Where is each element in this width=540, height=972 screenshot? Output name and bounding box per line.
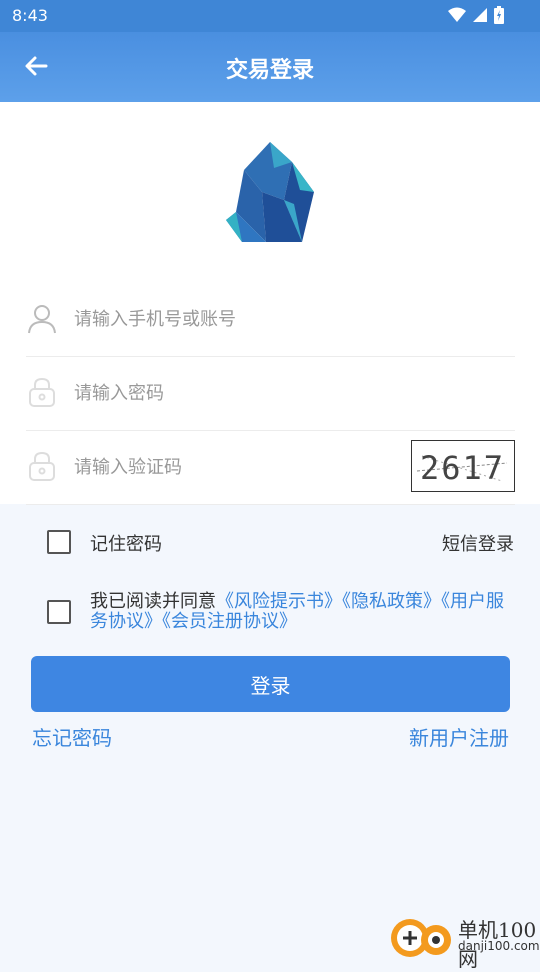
captcha-text: 2617 [420, 449, 505, 487]
remember-label: 记住密码 [90, 534, 162, 555]
register-link[interactable]: 新用户注册 [409, 722, 509, 751]
remember-checkbox[interactable] [47, 530, 71, 554]
login-form: 2617 [0, 282, 540, 505]
agreement-prefix: 我已阅读并同意 [90, 591, 216, 612]
status-time: 8:43 [12, 6, 48, 25]
lock-icon [29, 451, 55, 481]
account-input[interactable] [72, 302, 396, 336]
watermark-logo-icon [391, 919, 451, 957]
watermark-url: danji100.com [458, 939, 540, 953]
signal-icon [473, 8, 487, 22]
wifi-icon [448, 7, 466, 22]
password-field [26, 356, 515, 431]
captcha-field: 2617 [26, 430, 515, 505]
status-icons [448, 6, 504, 24]
login-button[interactable]: 登录 [31, 656, 510, 712]
account-field [26, 282, 515, 357]
crystal-logo-icon [226, 142, 314, 242]
risk-notice-link[interactable]: 《风险提示书》 [216, 591, 342, 612]
page-title: 交易登录 [225, 58, 314, 83]
login-button-label: 登录 [250, 673, 291, 698]
remember-row: 记住密码 短信登录 [0, 528, 540, 558]
watermark: 单机100网 danji100.com [388, 912, 540, 971]
privacy-policy-link[interactable]: 《隐私政策》 [342, 591, 441, 612]
member-registration-agreement-link[interactable]: 《会员注册协议》 [162, 611, 297, 632]
captcha-image[interactable]: 2617 [411, 440, 515, 492]
user-icon [28, 305, 56, 334]
password-input[interactable] [72, 376, 396, 410]
captcha-input[interactable] [72, 450, 396, 484]
forgot-password-link[interactable]: 忘记密码 [32, 722, 112, 751]
agreement-row: 我已阅读并同意《风险提示书》《隐私政策》《用户服务协议》《会员注册协议》 [0, 592, 540, 636]
header-bar: 交易登录 [0, 32, 540, 102]
agree-checkbox[interactable] [47, 600, 71, 624]
agreement-text: 我已阅读并同意《风险提示书》《隐私政策》《用户服务协议》《会员注册协议》 [90, 592, 510, 632]
battery-icon [494, 6, 504, 24]
status-bar: 8:43 [0, 0, 540, 32]
logo-area [0, 102, 540, 282]
sms-login-link[interactable]: 短信登录 [442, 530, 514, 556]
lock-icon [29, 377, 55, 407]
